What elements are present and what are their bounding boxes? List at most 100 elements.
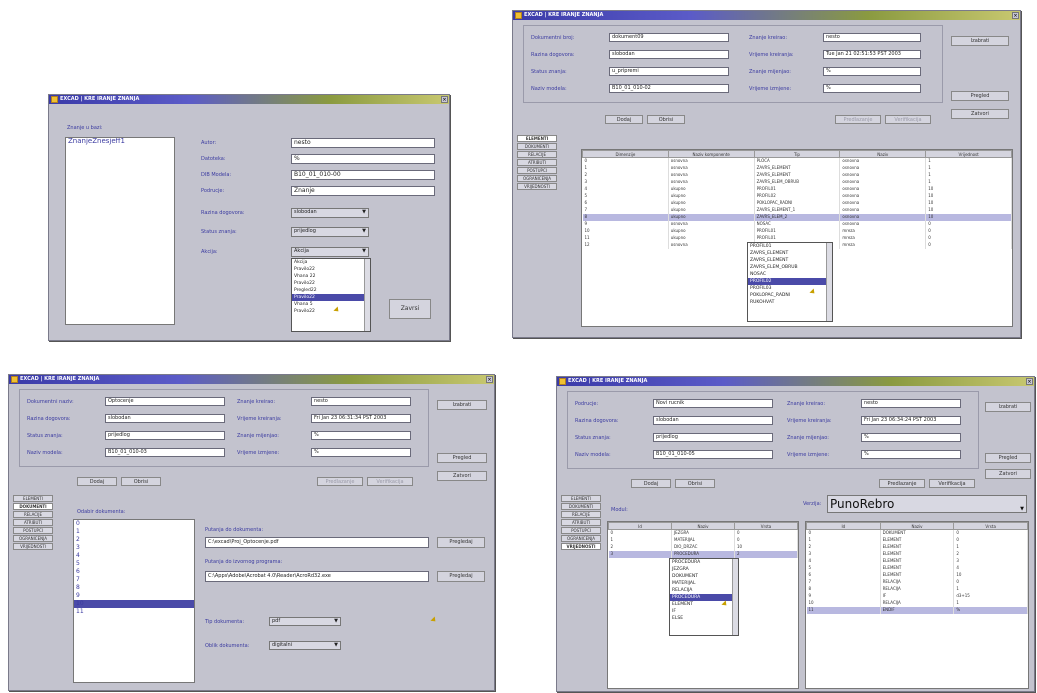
column-header[interactable]: Naziv: [839, 150, 927, 158]
dropdown-item[interactable]: IF: [670, 608, 738, 615]
field-input[interactable]: slobodan: [653, 416, 773, 425]
field-input[interactable]: Novi rucnik: [653, 399, 773, 408]
dropdown-item[interactable]: PROFIL01: [748, 243, 832, 250]
close-window-button[interactable]: Zatvori: [951, 109, 1009, 119]
field-input[interactable]: prijedlog: [653, 433, 773, 442]
propose-button[interactable]: Predlazanje: [317, 477, 363, 486]
table-row[interactable]: 1 osnovna ZAVRS_ELEMENT osnovna 1: [582, 164, 1012, 172]
list-item[interactable]: 10: [74, 600, 194, 608]
table-row[interactable]: 3 PROCEDURA 2: [608, 550, 798, 558]
dropdown-item[interactable]: PROFIL02: [748, 278, 832, 285]
list-item[interactable]: 8: [74, 584, 194, 592]
column-header[interactable]: Id: [608, 522, 672, 530]
field-input[interactable]: prijedlog: [105, 431, 225, 440]
knowledge-list[interactable]: ZnanjeZnesjeff1: [65, 137, 175, 325]
dropdown-item[interactable]: Pregled22: [292, 287, 370, 294]
table-row[interactable]: 0 JEZGRA 0: [608, 529, 798, 537]
table-row[interactable]: 2 ELEMENT 1: [806, 543, 1028, 551]
select-button[interactable]: Izabrati: [437, 400, 487, 410]
field-input[interactable]: B10_01_010-05: [653, 450, 773, 459]
tab-relacije[interactable]: RELACIJE: [561, 511, 601, 518]
column-header[interactable]: Vrsta: [953, 522, 1028, 530]
field-input[interactable]: nesto: [823, 33, 921, 42]
document-path-input[interactable]: C:\excad\Proj_Optocenje.pdf: [205, 537, 429, 548]
list-item[interactable]: 2: [74, 536, 194, 544]
column-header[interactable]: Vrsta: [734, 522, 798, 530]
field-input[interactable]: %: [823, 84, 921, 93]
field-input[interactable]: B10_01_010-03: [105, 448, 225, 457]
field-input[interactable]: u_pripremi: [609, 67, 729, 76]
delete-button[interactable]: Obrisi: [647, 115, 685, 124]
table-row[interactable]: 0 DOKUMENT 0: [806, 529, 1028, 537]
table-row[interactable]: 9 osnovna NOSAC osnovna 0: [582, 220, 1012, 228]
dropdown-item[interactable]: Akcija: [292, 259, 370, 266]
table-row[interactable]: 4 ukupno PROFIL01 osnovna 10: [582, 185, 1012, 193]
dropdown-item[interactable]: PROCEDURA: [670, 594, 738, 601]
list-item[interactable]: 0: [74, 520, 194, 528]
verify-button[interactable]: Verifikacija: [929, 479, 975, 488]
scrollbar[interactable]: [732, 559, 738, 635]
list-item[interactable]: 1: [74, 528, 194, 536]
dropdown-item[interactable]: MATERIJAL: [670, 580, 738, 587]
dropdown-item[interactable]: JEZGRA: [670, 566, 738, 573]
document-type-combo[interactable]: pdf ▼: [269, 617, 341, 626]
delete-button[interactable]: Obrisi: [675, 479, 715, 488]
table-row[interactable]: 0 osnovna PLOCA osnovna 1: [582, 157, 1012, 165]
field-input[interactable]: nesto: [291, 138, 435, 148]
list-item[interactable]: 4: [74, 552, 194, 560]
select-button[interactable]: Izabrati: [985, 402, 1031, 412]
table-row[interactable]: 10 RELACIJA 1: [806, 599, 1028, 607]
table-row[interactable]: 5 ukupno PROFIL02 osnovna 10: [582, 192, 1012, 200]
field-input[interactable]: Fri Jan 23 06:34:24 PST 2003: [861, 416, 961, 425]
list-item[interactable]: 11: [74, 608, 194, 616]
field-input[interactable]: %: [861, 450, 961, 459]
table-row[interactable]: 7 RELACIJA 0: [806, 578, 1028, 586]
propose-button[interactable]: Predlazanje: [835, 115, 881, 124]
document-kind-combo[interactable]: digitalni ▼: [269, 641, 341, 650]
version-combo[interactable]: PunoRebro ▼: [827, 495, 1027, 513]
field-input[interactable]: B10_01_010-00: [291, 170, 435, 180]
browse-program-button[interactable]: Pregledaj: [437, 571, 485, 582]
field-input[interactable]: slobodan: [609, 50, 729, 59]
field-input[interactable]: Optocenje: [105, 397, 225, 406]
table-row[interactable]: 7 ukupno ZAVRS_ELEMENT_1 osnovna 10: [582, 206, 1012, 214]
close-button[interactable]: Zavrsi: [389, 299, 431, 319]
procedure-table[interactable]: Id Naziv Vrsta 0 DOKUMENT 0 1 ELEMENT 0 2 ELEMENT 1…: [805, 521, 1029, 689]
dropdown-item[interactable]: Vhana 5: [292, 301, 370, 308]
add-button[interactable]: Dodaj: [77, 477, 117, 486]
table-row[interactable]: 6 ukupno POKLOPAC_RADNI osnovna 10: [582, 199, 1012, 207]
field-input[interactable]: %: [311, 448, 411, 457]
close-window-button[interactable]: Zatvori: [437, 471, 487, 481]
dropdown-item[interactable]: ZAVRS_ELEMENT: [748, 257, 832, 264]
table-row[interactable]: 2 osnovna ZAVRS_ELEMENT osnovna 1: [582, 171, 1012, 179]
field-combo[interactable]: slobodan ▼: [291, 208, 369, 218]
tab-dokumenti[interactable]: DOKUMENTI: [13, 503, 53, 510]
table-row[interactable]: 6 ELEMENT 10: [806, 571, 1028, 579]
table-row[interactable]: 11 ukupno PROFIL01 mreza 0: [582, 234, 1012, 242]
scrollbar[interactable]: [364, 259, 370, 331]
dropdown-item[interactable]: PROCEDURA: [670, 559, 738, 566]
dropdown-open-combo[interactable]: Akcija ▼: [291, 247, 369, 257]
dropdown-item[interactable]: Vhana 22: [292, 273, 370, 280]
add-button[interactable]: Dodaj: [605, 115, 643, 124]
list-item[interactable]: ZnanjeZnesjeff1: [66, 138, 174, 145]
verify-button[interactable]: Verifikacija: [885, 115, 931, 124]
tab-postupci[interactable]: POSTUPCI: [561, 527, 601, 534]
table-row[interactable]: 1 ELEMENT 0: [806, 536, 1028, 544]
dropdown-item[interactable]: DOKUMENT: [670, 573, 738, 580]
field-input[interactable]: dokument09: [609, 33, 729, 42]
close-icon[interactable]: ×: [486, 376, 493, 383]
table-row[interactable]: 8 RELACIJA 1: [806, 585, 1028, 593]
column-header[interactable]: Vrijednost: [925, 150, 1012, 158]
table-row[interactable]: 9 IF d3+15: [806, 592, 1028, 600]
close-icon[interactable]: ×: [441, 96, 448, 103]
preview-button[interactable]: Pregled: [951, 91, 1009, 101]
tab-atributi[interactable]: ATRIBUTI: [13, 519, 53, 526]
table-row[interactable]: 10 ukupno PROFIL01 mreza 0: [582, 227, 1012, 235]
delete-button[interactable]: Obrisi: [121, 477, 161, 486]
tab-vrijednosti[interactable]: VRIJEDNOSTI: [517, 183, 557, 190]
document-list[interactable]: 0 1 2 3 4 5 6 7 8 9 10 11: [73, 519, 195, 683]
table-row[interactable]: 5 ELEMENT 4: [806, 564, 1028, 572]
node-dropdown-list[interactable]: PROCEDURA JEZGRA DOKUMENT MATERIJAL RELACIJA…: [669, 558, 739, 636]
preview-button[interactable]: Pregled: [985, 453, 1031, 463]
